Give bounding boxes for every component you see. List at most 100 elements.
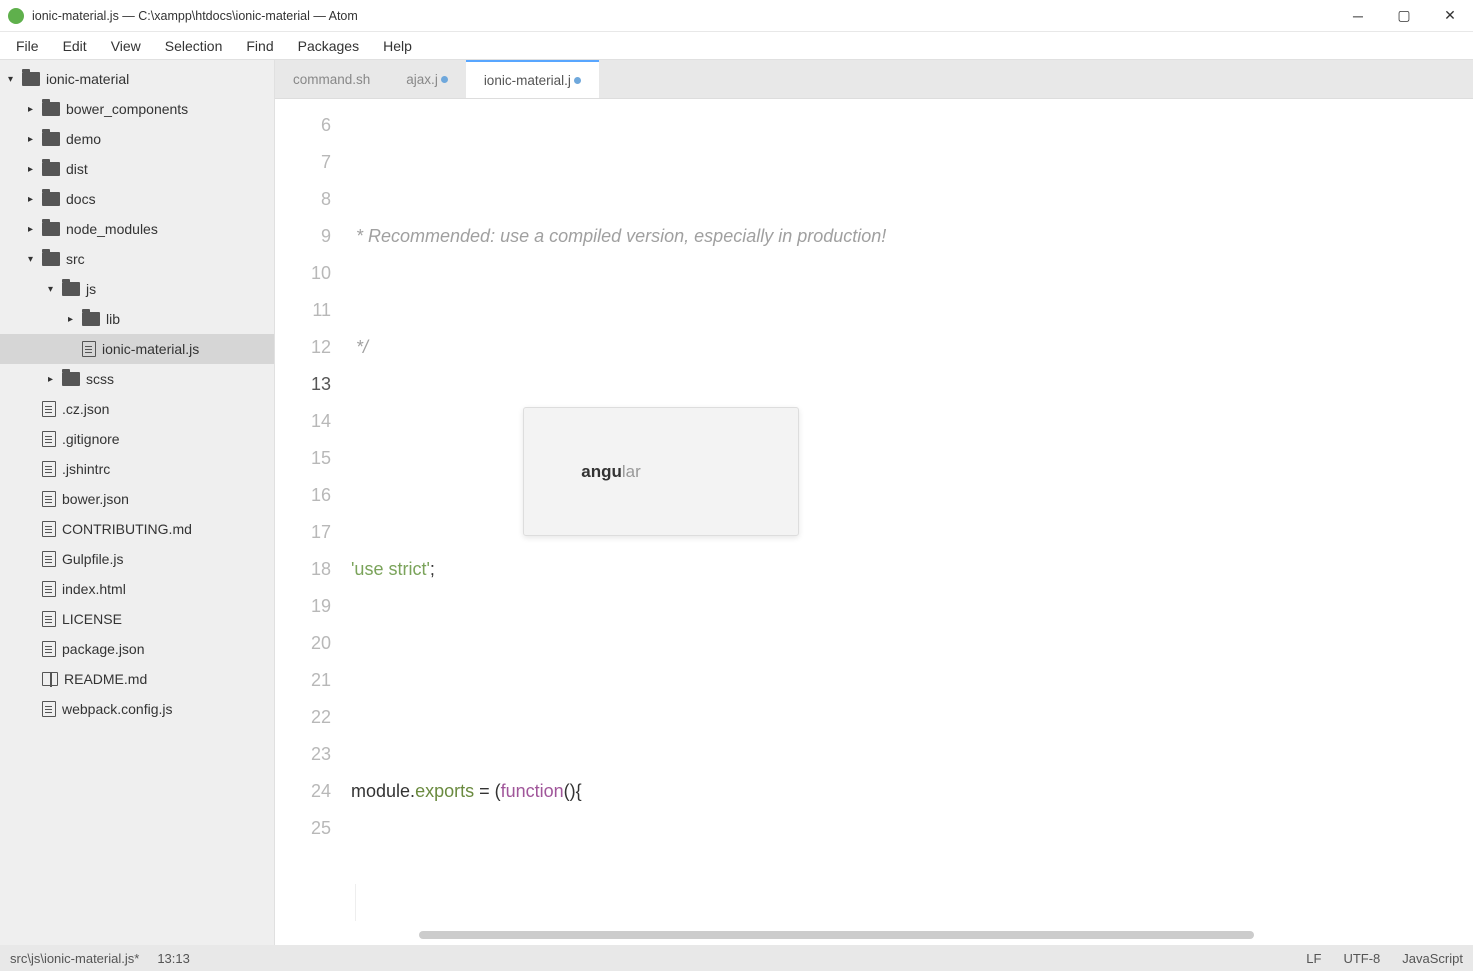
folder-icon bbox=[42, 252, 60, 266]
menu-item-find[interactable]: Find bbox=[234, 34, 285, 58]
folder-icon bbox=[42, 102, 60, 116]
tab-label: ionic-material.j bbox=[484, 73, 571, 88]
file-gulpfile-js[interactable]: Gulpfile.js bbox=[0, 544, 274, 574]
folder-js[interactable]: ▾js bbox=[0, 274, 274, 304]
menu-item-selection[interactable]: Selection bbox=[153, 34, 235, 58]
file-icon bbox=[42, 701, 56, 717]
tree-label: .gitignore bbox=[62, 431, 120, 447]
tab-label: command.sh bbox=[293, 72, 370, 87]
file-ionic-material-js[interactable]: ionic-material.js bbox=[0, 334, 274, 364]
chevron-icon: ▸ bbox=[28, 194, 42, 205]
menu-item-file[interactable]: File bbox=[4, 34, 51, 58]
folder-demo[interactable]: ▸demo bbox=[0, 124, 274, 154]
tab-ajax-j[interactable]: ajax.j bbox=[388, 60, 466, 98]
status-cursor-pos[interactable]: 13:13 bbox=[157, 951, 190, 966]
menu-item-edit[interactable]: Edit bbox=[51, 34, 99, 58]
titlebar: ionic-material.js — C:\xampp\htdocs\ioni… bbox=[0, 0, 1473, 32]
line-number[interactable]: 14 bbox=[275, 403, 331, 440]
code-editor[interactable]: 678910111213141516171819202122232425 * R… bbox=[275, 99, 1473, 945]
tree-label: dist bbox=[66, 161, 88, 177]
folder-icon bbox=[42, 192, 60, 206]
tree-label: ionic-material.js bbox=[102, 341, 199, 357]
line-number[interactable]: 9 bbox=[275, 218, 331, 255]
folder-node-modules[interactable]: ▸node_modules bbox=[0, 214, 274, 244]
folder-icon bbox=[22, 72, 40, 86]
minimize-button[interactable]: ─ bbox=[1335, 0, 1381, 32]
maximize-button[interactable]: ▢ bbox=[1381, 0, 1427, 32]
file-icon bbox=[42, 401, 56, 417]
menu-item-packages[interactable]: Packages bbox=[286, 34, 371, 58]
status-eol[interactable]: LF bbox=[1306, 951, 1321, 966]
file-icon bbox=[42, 431, 56, 447]
status-language[interactable]: JavaScript bbox=[1402, 951, 1463, 966]
file-icon bbox=[42, 581, 56, 597]
line-number[interactable]: 17 bbox=[275, 514, 331, 551]
file--gitignore[interactable]: .gitignore bbox=[0, 424, 274, 454]
menubar: FileEditViewSelectionFindPackagesHelp bbox=[0, 32, 1473, 60]
line-number[interactable]: 11 bbox=[275, 292, 331, 329]
folder-ionic-material[interactable]: ▾ionic-material bbox=[0, 64, 274, 94]
line-number[interactable]: 20 bbox=[275, 625, 331, 662]
line-number[interactable]: 24 bbox=[275, 773, 331, 810]
file-package-json[interactable]: package.json bbox=[0, 634, 274, 664]
tree-label: node_modules bbox=[66, 221, 158, 237]
gutter: 678910111213141516171819202122232425 bbox=[275, 99, 347, 945]
folder-src[interactable]: ▾ src bbox=[0, 244, 274, 274]
tree-label: webpack.config.js bbox=[62, 701, 173, 717]
tree-label: bower.json bbox=[62, 491, 129, 507]
line-number[interactable]: 22 bbox=[275, 699, 331, 736]
line-number[interactable]: 13 bbox=[275, 366, 331, 403]
folder-icon bbox=[42, 222, 60, 236]
menu-item-view[interactable]: View bbox=[99, 34, 153, 58]
file-license[interactable]: LICENSE bbox=[0, 604, 274, 634]
tree-label: lib bbox=[106, 311, 120, 327]
line-number[interactable]: 7 bbox=[275, 144, 331, 181]
file-webpack-config-js[interactable]: webpack.config.js bbox=[0, 694, 274, 724]
line-number[interactable]: 23 bbox=[275, 736, 331, 773]
line-number[interactable]: 25 bbox=[275, 810, 331, 847]
editor-pane: command.shajax.jionic-material.j 6789101… bbox=[275, 60, 1473, 945]
file-icon bbox=[82, 341, 96, 357]
tree-view[interactable]: ▾ionic-material▸bower_components▸demo▸di… bbox=[0, 60, 275, 945]
status-bar: src\js\ionic-material.js* 13:13 LF UTF-8… bbox=[0, 945, 1473, 971]
line-number[interactable]: 15 bbox=[275, 440, 331, 477]
line-number[interactable]: 8 bbox=[275, 181, 331, 218]
folder-icon bbox=[42, 162, 60, 176]
folder-bower-components[interactable]: ▸bower_components bbox=[0, 94, 274, 124]
file-icon bbox=[42, 551, 56, 567]
autocomplete-popup[interactable]: angular bbox=[523, 407, 799, 536]
file--cz-json[interactable]: .cz.json bbox=[0, 394, 274, 424]
code-content[interactable]: * Recommended: use a compiled version, e… bbox=[347, 99, 1473, 945]
line-number[interactable]: 12 bbox=[275, 329, 331, 366]
close-button[interactable]: ✕ bbox=[1427, 0, 1473, 32]
horizontal-scrollbar[interactable] bbox=[419, 931, 1463, 943]
line-number[interactable]: 6 bbox=[275, 107, 331, 144]
chevron-icon: ▸ bbox=[28, 134, 42, 145]
tree-label: src bbox=[66, 251, 85, 267]
menu-item-help[interactable]: Help bbox=[371, 34, 424, 58]
folder-lib[interactable]: ▸lib bbox=[0, 304, 274, 334]
tab-command-sh[interactable]: command.sh bbox=[275, 60, 388, 98]
file-bower-json[interactable]: bower.json bbox=[0, 484, 274, 514]
folder-docs[interactable]: ▸docs bbox=[0, 184, 274, 214]
tree-label: package.json bbox=[62, 641, 145, 657]
status-encoding[interactable]: UTF-8 bbox=[1343, 951, 1380, 966]
chevron-icon: ▸ bbox=[28, 164, 42, 175]
folder-dist[interactable]: ▸ dist bbox=[0, 154, 274, 184]
status-file-path[interactable]: src\js\ionic-material.js* bbox=[10, 951, 139, 966]
line-number[interactable]: 10 bbox=[275, 255, 331, 292]
chevron-icon: ▾ bbox=[8, 74, 22, 85]
tab-ionic-material-j[interactable]: ionic-material.j bbox=[466, 60, 599, 98]
file-index-html[interactable]: index.html bbox=[0, 574, 274, 604]
file--jshintrc[interactable]: .jshintrc bbox=[0, 454, 274, 484]
line-number[interactable]: 18 bbox=[275, 551, 331, 588]
line-number[interactable]: 19 bbox=[275, 588, 331, 625]
tree-label: .cz.json bbox=[62, 401, 109, 417]
folder-icon bbox=[42, 132, 60, 146]
line-number[interactable]: 21 bbox=[275, 662, 331, 699]
folder-scss[interactable]: ▸scss bbox=[0, 364, 274, 394]
chevron-icon: ▾ bbox=[28, 254, 42, 265]
file-readme-md[interactable]: README.md bbox=[0, 664, 274, 694]
line-number[interactable]: 16 bbox=[275, 477, 331, 514]
file-contributing-md[interactable]: CONTRIBUTING.md bbox=[0, 514, 274, 544]
